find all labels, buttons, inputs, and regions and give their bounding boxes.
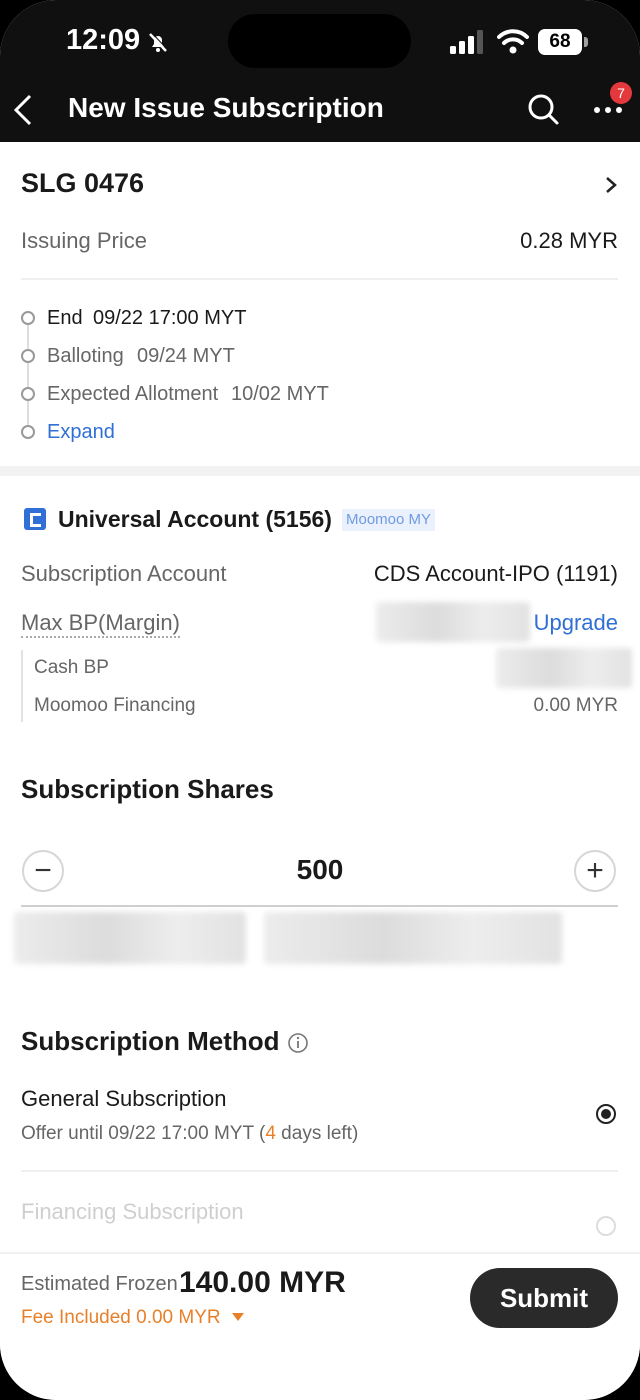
phone-screen: 12:09 68 New Issue Subscription 7 SLG 04… — [0, 0, 640, 1400]
timeline-dot — [21, 425, 35, 439]
chevron-right-icon[interactable] — [604, 176, 618, 194]
timeline-balloting-value: 09/24 MYT — [137, 345, 235, 367]
timeline-line — [27, 325, 29, 435]
expand-link[interactable]: Expand — [47, 421, 115, 444]
redacted-cash-bp — [496, 648, 632, 688]
account-name: Universal Account (5156) — [58, 506, 332, 532]
financing-subscription-title: Financing Subscription — [21, 1199, 244, 1224]
subscription-account-value[interactable]: CDS Account-IPO (1191) — [374, 561, 618, 587]
estimated-frozen-label: Estimated Frozen — [21, 1273, 178, 1295]
financing-label: Moomoo Financing — [34, 695, 196, 716]
timeline-allotment-label: Expected Allotment — [47, 383, 219, 405]
offer-text: Offer until 09/22 17:00 MYT ( — [21, 1123, 266, 1144]
redacted-shares-info — [14, 912, 246, 964]
offer-text-suffix: days left) — [275, 1123, 359, 1144]
dynamic-island — [228, 14, 411, 68]
method-heading: Subscription Method — [21, 1026, 280, 1056]
top-bar: 12:09 68 New Issue Subscription 7 — [0, 0, 640, 142]
issuing-price-label: Issuing Price — [21, 228, 147, 253]
wifi-icon — [497, 29, 529, 54]
general-subscription-offer: Offer until 09/22 17:00 MYT (4 days left… — [21, 1123, 358, 1145]
search-icon[interactable] — [526, 92, 560, 126]
timeline-dot — [21, 311, 35, 325]
submit-button[interactable]: Submit — [470, 1268, 618, 1328]
financing-subscription-radio — [596, 1216, 616, 1236]
fee-included-label[interactable]: Fee Included 0.00 MYR — [21, 1307, 221, 1329]
battery-icon: 68 — [538, 29, 588, 55]
timeline-balloting-label: Balloting — [47, 345, 124, 367]
info-icon[interactable] — [287, 1032, 309, 1054]
issuing-price-value: 0.28 MYR — [520, 228, 618, 253]
notification-badge: 7 — [610, 82, 632, 104]
shares-heading: Subscription Shares — [21, 774, 274, 804]
divider — [21, 278, 618, 280]
broker-tag: Moomoo MY — [342, 509, 436, 531]
timeline-end-label: End — [47, 307, 83, 329]
estimated-frozen-value: 140.00 MYR — [179, 1266, 346, 1299]
redacted-shares-info — [264, 912, 562, 964]
muted-bell-icon — [149, 32, 168, 52]
timeline-dot — [21, 349, 35, 363]
cellular-signal-icon — [450, 30, 483, 54]
general-subscription-radio[interactable] — [596, 1104, 616, 1124]
days-left-count: 4 — [265, 1123, 276, 1144]
shares-underline — [21, 905, 618, 907]
shares-input[interactable]: 500 — [0, 854, 640, 886]
timeline-end-value: 09/22 17:00 MYT — [93, 307, 247, 329]
redacted-max-bp — [376, 602, 530, 642]
section-separator — [0, 466, 640, 476]
back-arrow-icon[interactable] — [10, 92, 38, 128]
financing-value: 0.00 MYR — [533, 695, 618, 716]
account-icon — [24, 508, 46, 530]
timeline-allotment-value: 10/02 MYT — [231, 383, 329, 405]
timeline-dot — [21, 387, 35, 401]
cash-bp-label: Cash BP — [34, 657, 109, 678]
stock-code: SLG 0476 — [21, 168, 145, 198]
increase-shares-button[interactable]: + — [574, 850, 616, 892]
subscription-account-label: Subscription Account — [21, 561, 227, 586]
sub-item-line — [21, 650, 23, 722]
caret-down-icon[interactable] — [232, 1313, 244, 1321]
status-time: 12:09 — [66, 24, 141, 56]
max-bp-label[interactable]: Max BP(Margin) — [21, 610, 180, 638]
upgrade-link[interactable]: Upgrade — [534, 610, 618, 636]
battery-level: 68 — [538, 29, 582, 55]
general-subscription-title[interactable]: General Subscription — [21, 1086, 226, 1112]
battery-nub — [584, 37, 588, 47]
divider — [21, 1170, 618, 1172]
page-title: New Issue Subscription — [68, 92, 384, 123]
